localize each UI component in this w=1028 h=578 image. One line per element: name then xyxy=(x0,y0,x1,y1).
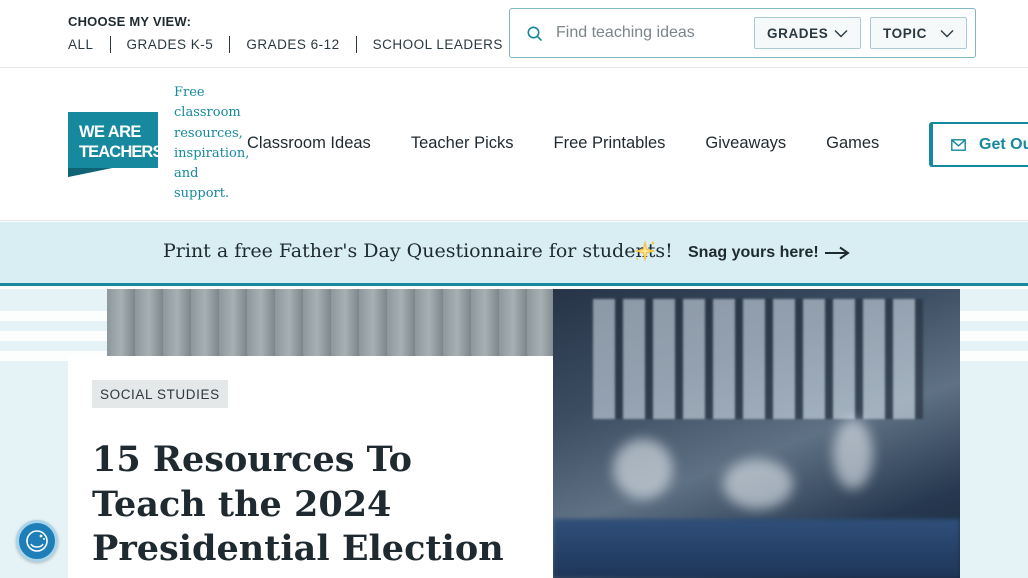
search-input[interactable] xyxy=(556,20,746,46)
view-links: ALL GRADES K-5 GRADES 6-12 SCHOOL LEADER… xyxy=(68,36,519,53)
promo-banner: Print a free Father's Day Questionnaire … xyxy=(0,222,1028,286)
search-icon[interactable] xyxy=(526,25,544,43)
article-title: 15 Resources To Teach the 2024 President… xyxy=(92,439,504,569)
site-tagline: Free classroom resources, inspiration, a… xyxy=(174,85,250,202)
view-link-grades-6-12[interactable]: GRADES 6-12 xyxy=(229,36,355,53)
promo-text: Print a free Father's Day Questionnaire … xyxy=(163,240,673,262)
nav-giveaways[interactable]: Giveaways xyxy=(705,134,786,153)
view-label: CHOOSE MY VIEW: xyxy=(68,14,192,29)
we-are-teachers-logo[interactable]: WE ARE TEACHERS xyxy=(68,112,158,177)
arrow-right-icon[interactable] xyxy=(824,246,850,260)
search-bar: GRADES TOPIC xyxy=(509,8,976,58)
photo-light xyxy=(613,439,673,499)
svg-text:TEACHERS: TEACHERS xyxy=(79,143,158,161)
grades-select[interactable]: GRADES xyxy=(754,17,861,49)
photo-windows xyxy=(593,299,923,419)
view-link-all[interactable]: ALL xyxy=(68,36,110,53)
photo-furniture xyxy=(553,519,960,578)
nav-games[interactable]: Games xyxy=(826,134,879,153)
photo-light xyxy=(723,459,793,509)
newsletter-cta-button[interactable]: Get Ou xyxy=(929,122,1028,167)
chevron-down-icon xyxy=(940,30,954,38)
main-nav: Classroom Ideas Teacher Picks Free Print… xyxy=(247,134,919,153)
svg-text:WE ARE: WE ARE xyxy=(79,123,141,141)
photo-light xyxy=(833,419,873,489)
topic-select[interactable]: TOPIC xyxy=(870,17,967,49)
topic-select-label: TOPIC xyxy=(883,25,928,41)
grades-select-label: GRADES xyxy=(767,25,829,41)
sparkle-icon xyxy=(634,240,656,262)
nav-classroom-ideas[interactable]: Classroom Ideas xyxy=(247,134,371,153)
top-utility-bar: CHOOSE MY VIEW: ALL GRADES K-5 GRADES 6-… xyxy=(0,0,1028,68)
nav-teacher-picks[interactable]: Teacher Picks xyxy=(411,134,514,153)
hero-section: SOCIAL STUDIES 15 Resources To Teach the… xyxy=(0,289,1028,578)
view-link-school-leaders[interactable]: SCHOOL LEADERS xyxy=(355,36,519,53)
mail-icon xyxy=(951,138,966,151)
chevron-down-icon xyxy=(834,30,848,38)
site-header: WE ARE TEACHERS Free classroom resources… xyxy=(0,68,1028,221)
promo-link[interactable]: Snag yours here! xyxy=(688,244,819,262)
article-card: SOCIAL STUDIES 15 Resources To Teach the… xyxy=(68,356,553,578)
category-tag[interactable]: SOCIAL STUDIES xyxy=(92,380,228,408)
accessibility-widget-button[interactable] xyxy=(16,520,58,562)
photo-interior xyxy=(553,289,960,578)
view-link-grades-k5[interactable]: GRADES K-5 xyxy=(109,36,230,53)
accessibility-widget-icon xyxy=(26,530,48,552)
cta-label: Get Ou xyxy=(979,135,1028,153)
nav-free-printables[interactable]: Free Printables xyxy=(554,134,666,153)
